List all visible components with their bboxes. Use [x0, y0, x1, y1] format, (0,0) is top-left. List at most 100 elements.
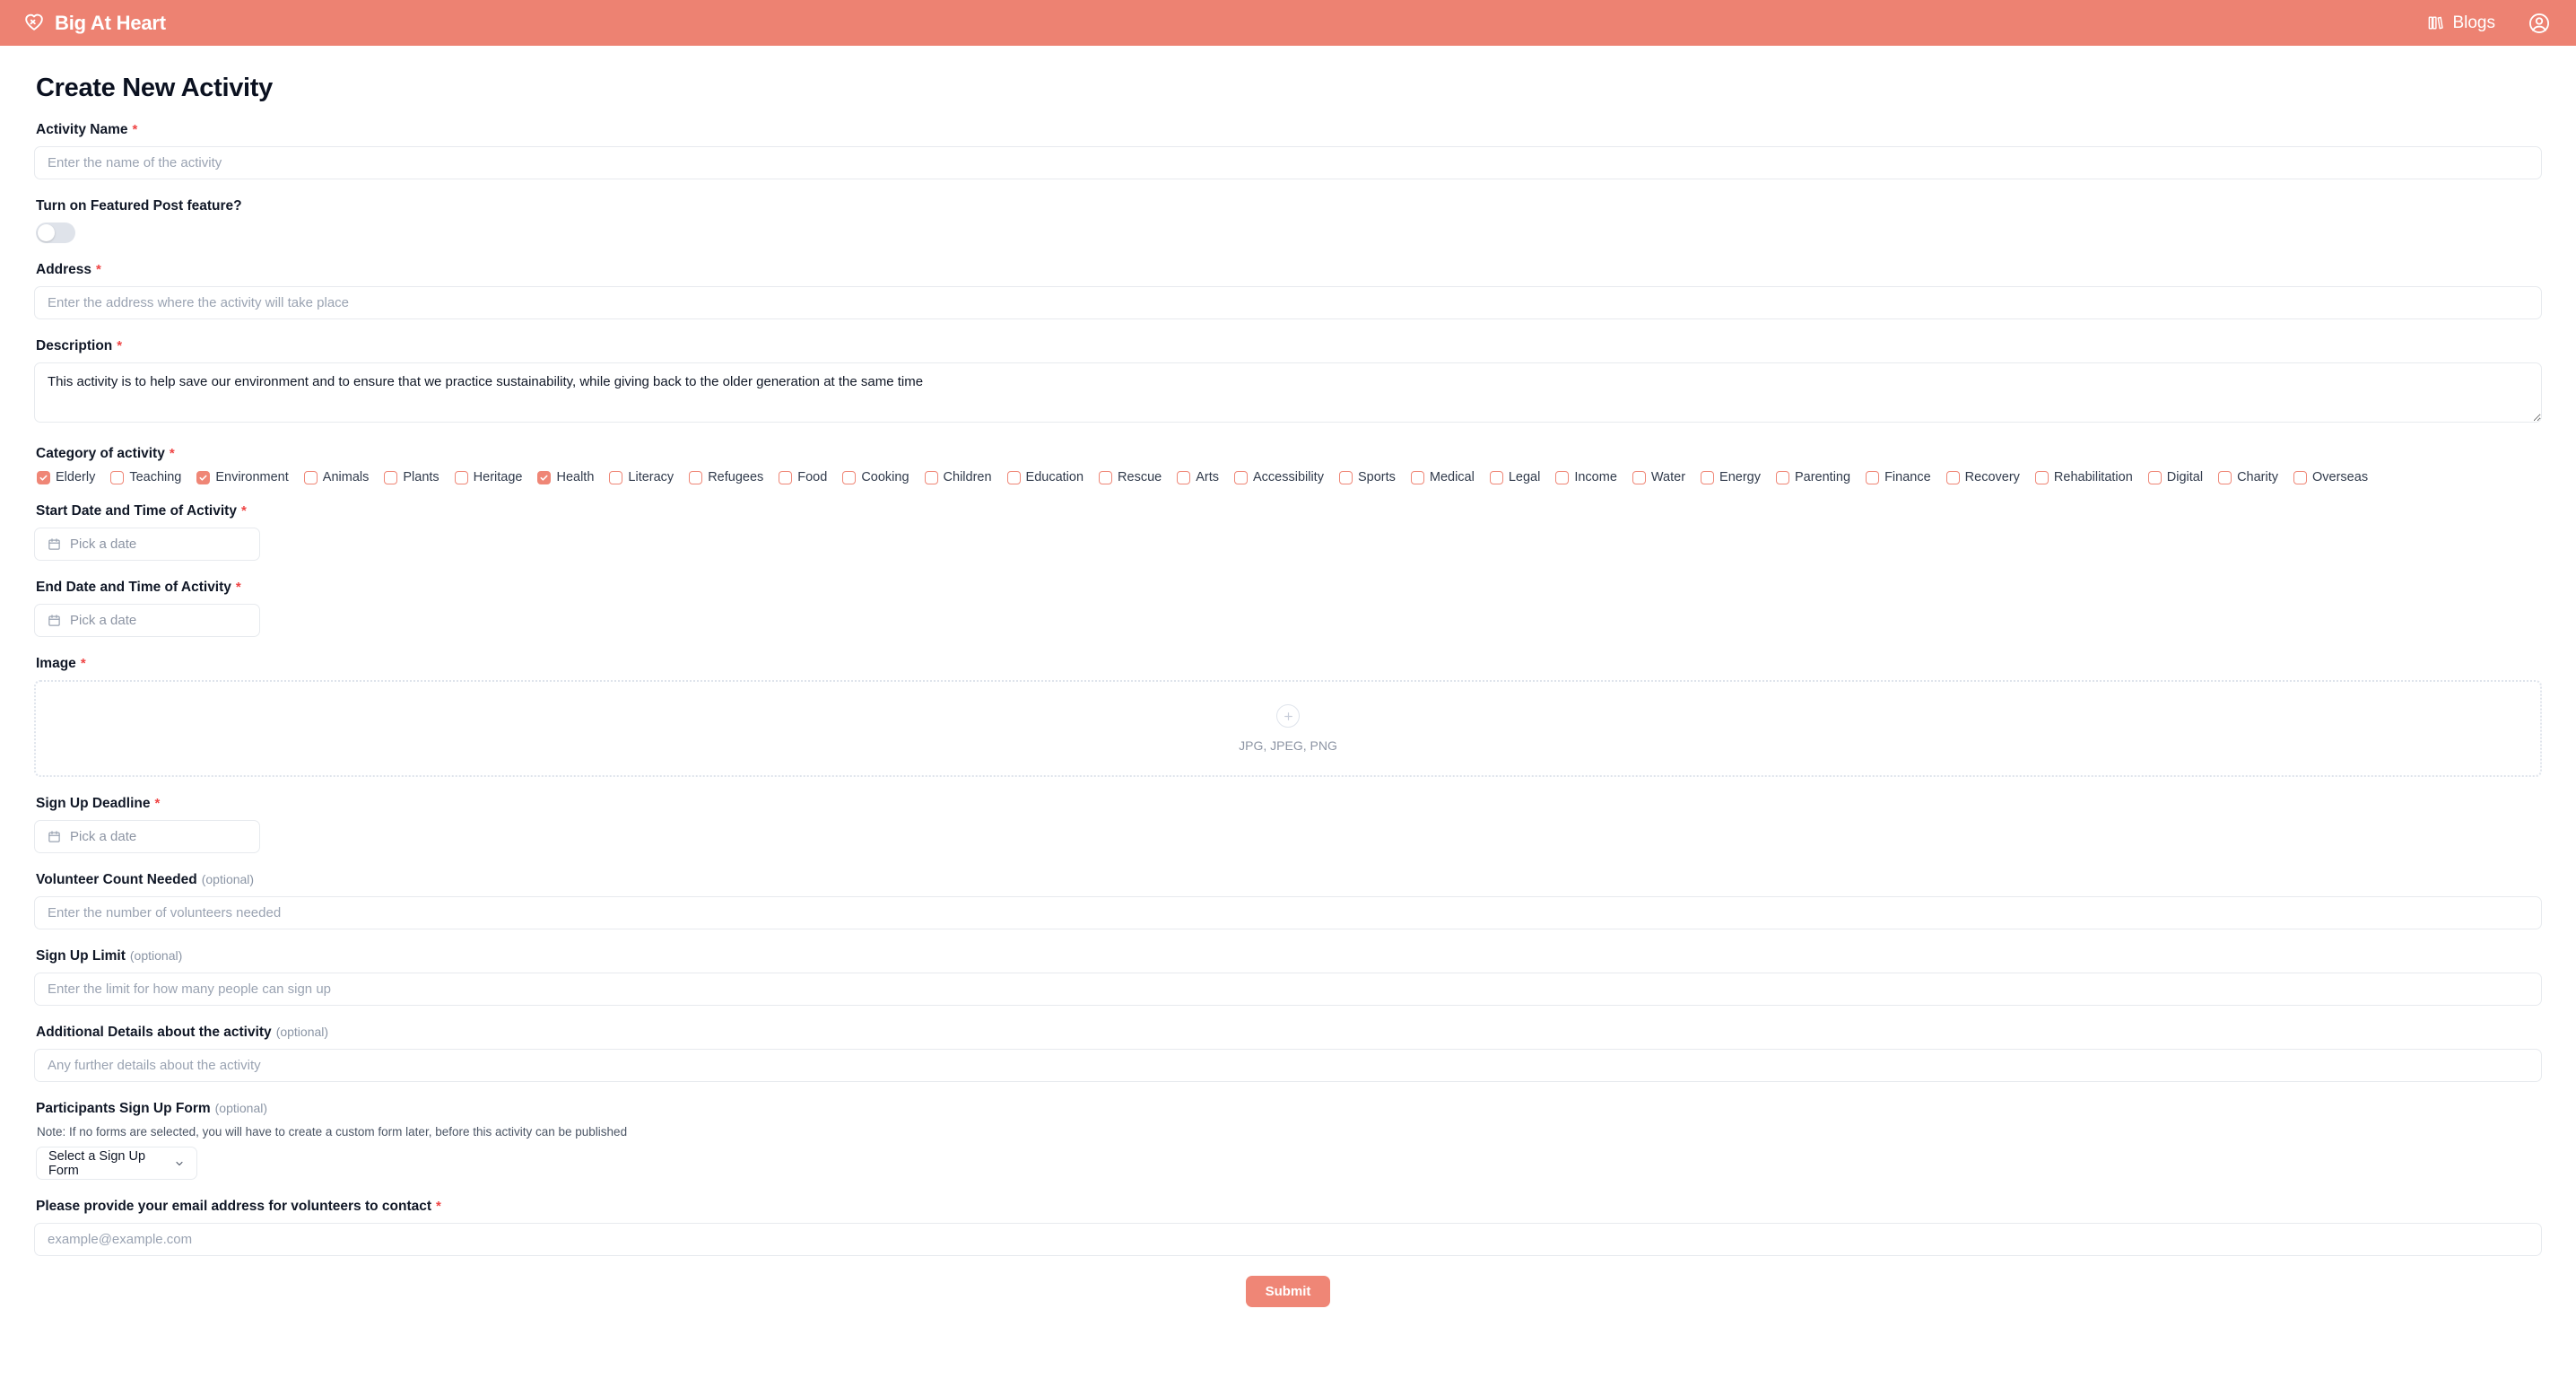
checkbox-unchecked-icon[interactable]: [2147, 470, 2162, 484]
category-option-label: Teaching: [129, 470, 182, 484]
checkbox-unchecked-icon[interactable]: [842, 470, 857, 484]
category-option-label: Refugees: [708, 470, 764, 484]
category-option-label: Accessibility: [1252, 470, 1324, 484]
category-option[interactable]: Rescue: [1099, 470, 1162, 484]
category-option-label: Rehabilitation: [2053, 470, 2133, 484]
checkbox-checked-icon[interactable]: [537, 470, 552, 484]
category-option[interactable]: Heritage: [454, 470, 523, 484]
category-option[interactable]: Rehabilitation: [2034, 470, 2133, 484]
featured-post-toggle[interactable]: [36, 222, 75, 243]
category-option[interactable]: Health: [537, 470, 594, 484]
checkbox-unchecked-icon[interactable]: [1866, 470, 1880, 484]
category-option[interactable]: Parenting: [1775, 470, 1850, 484]
field-signup-form: Participants Sign Up Form (optional) Not…: [34, 1101, 2542, 1180]
plus-circle-icon: [1276, 704, 1300, 728]
signup-limit-input[interactable]: [34, 973, 2542, 1006]
nav-link-blogs[interactable]: Blogs: [2427, 13, 2495, 33]
checkbox-unchecked-icon[interactable]: [454, 470, 468, 484]
checkbox-unchecked-icon[interactable]: [1233, 470, 1248, 484]
submit-button[interactable]: Submit: [1245, 1276, 1331, 1307]
category-option[interactable]: Children: [924, 470, 992, 484]
field-address: Address *: [34, 262, 2542, 319]
category-option[interactable]: Accessibility: [1233, 470, 1324, 484]
field-contact-email: Please provide your email address for vo…: [34, 1199, 2542, 1256]
category-option[interactable]: Charity: [2218, 470, 2278, 484]
additional-details-label: Additional Details about the activity (o…: [36, 1025, 329, 1040]
category-option-label: Charity: [2237, 470, 2279, 484]
checkbox-unchecked-icon[interactable]: [609, 470, 623, 484]
category-option[interactable]: Water: [1632, 470, 1685, 484]
category-option[interactable]: Cooking: [842, 470, 909, 484]
category-option[interactable]: Sports: [1338, 470, 1396, 484]
field-start-date: Start Date and Time of Activity * Pick a…: [34, 503, 2542, 561]
checkbox-unchecked-icon[interactable]: [1945, 470, 1960, 484]
category-option-label: Heritage: [473, 470, 523, 484]
category-option[interactable]: Finance: [1866, 470, 1931, 484]
category-option[interactable]: Recovery: [1945, 470, 2020, 484]
category-label: Category of activity *: [36, 446, 175, 461]
category-option[interactable]: Income: [1555, 470, 1617, 484]
contact-email-input[interactable]: [34, 1223, 2542, 1256]
checkbox-unchecked-icon[interactable]: [779, 470, 793, 484]
additional-details-input[interactable]: [34, 1049, 2542, 1082]
category-option-label: Overseas: [2312, 470, 2369, 484]
image-dropzone[interactable]: JPG, JPEG, PNG: [34, 680, 2542, 777]
signup-form-select[interactable]: Select a Sign Up Form: [36, 1147, 197, 1180]
checkbox-unchecked-icon[interactable]: [689, 470, 703, 484]
navbar-brand[interactable]: Big At Heart: [23, 12, 166, 35]
checkbox-checked-icon[interactable]: [196, 470, 211, 484]
checkbox-unchecked-icon[interactable]: [384, 470, 398, 484]
category-option[interactable]: Arts: [1177, 470, 1219, 484]
category-option[interactable]: Legal: [1489, 470, 1540, 484]
checkbox-unchecked-icon[interactable]: [1489, 470, 1503, 484]
field-volunteer-count: Volunteer Count Needed (optional): [34, 872, 2542, 929]
checkbox-unchecked-icon[interactable]: [2034, 470, 2049, 484]
checkbox-unchecked-icon[interactable]: [303, 470, 318, 484]
checkbox-unchecked-icon[interactable]: [1099, 470, 1113, 484]
category-option[interactable]: Energy: [1701, 470, 1761, 484]
checkbox-unchecked-icon[interactable]: [1775, 470, 1789, 484]
checkbox-unchecked-icon[interactable]: [2218, 470, 2232, 484]
required-marker: *: [169, 446, 175, 461]
checkbox-unchecked-icon[interactable]: [1410, 470, 1424, 484]
signup-deadline-picker[interactable]: Pick a date: [34, 820, 260, 853]
category-option-label: Recovery: [1964, 470, 2020, 484]
field-additional-details: Additional Details about the activity (o…: [34, 1025, 2542, 1082]
category-option-label: Animals: [322, 470, 370, 484]
required-marker: *: [132, 122, 138, 137]
address-input[interactable]: [34, 286, 2542, 319]
category-option[interactable]: Environment: [196, 470, 289, 484]
image-label: Image *: [36, 656, 86, 671]
checkbox-unchecked-icon[interactable]: [924, 470, 938, 484]
checkbox-unchecked-icon[interactable]: [1701, 470, 1715, 484]
category-option[interactable]: Refugees: [689, 470, 763, 484]
start-date-picker[interactable]: Pick a date: [34, 528, 260, 561]
signup-limit-label: Sign Up Limit (optional): [36, 948, 183, 964]
category-option[interactable]: Medical: [1410, 470, 1475, 484]
category-option[interactable]: Education: [1006, 470, 1083, 484]
category-option-label: Arts: [1196, 470, 1219, 484]
category-option[interactable]: Teaching: [110, 470, 181, 484]
user-circle-icon[interactable]: [2528, 12, 2551, 35]
activity-name-input[interactable]: [34, 146, 2542, 179]
category-option[interactable]: Animals: [303, 470, 370, 484]
checkbox-unchecked-icon[interactable]: [110, 470, 125, 484]
category-option[interactable]: Elderly: [37, 470, 95, 484]
category-option[interactable]: Plants: [384, 470, 439, 484]
checkbox-unchecked-icon[interactable]: [1006, 470, 1021, 484]
category-option[interactable]: Overseas: [2293, 470, 2368, 484]
checkbox-unchecked-icon[interactable]: [1338, 470, 1353, 484]
description-textarea[interactable]: This activity is to help save our enviro…: [34, 362, 2542, 423]
volunteer-count-input[interactable]: [34, 896, 2542, 929]
checkbox-unchecked-icon[interactable]: [2293, 470, 2308, 484]
category-option[interactable]: Food: [779, 470, 827, 484]
checkbox-unchecked-icon[interactable]: [1177, 470, 1191, 484]
activity-name-label: Activity Name *: [36, 122, 138, 137]
checkbox-unchecked-icon[interactable]: [1555, 470, 1570, 484]
signup-form-selected-value: Select a Sign Up Form: [48, 1148, 146, 1178]
category-option[interactable]: Digital: [2147, 470, 2203, 484]
checkbox-checked-icon[interactable]: [37, 470, 50, 484]
category-option[interactable]: Literacy: [609, 470, 674, 484]
end-date-picker[interactable]: Pick a date: [34, 604, 260, 637]
checkbox-unchecked-icon[interactable]: [1632, 470, 1646, 484]
